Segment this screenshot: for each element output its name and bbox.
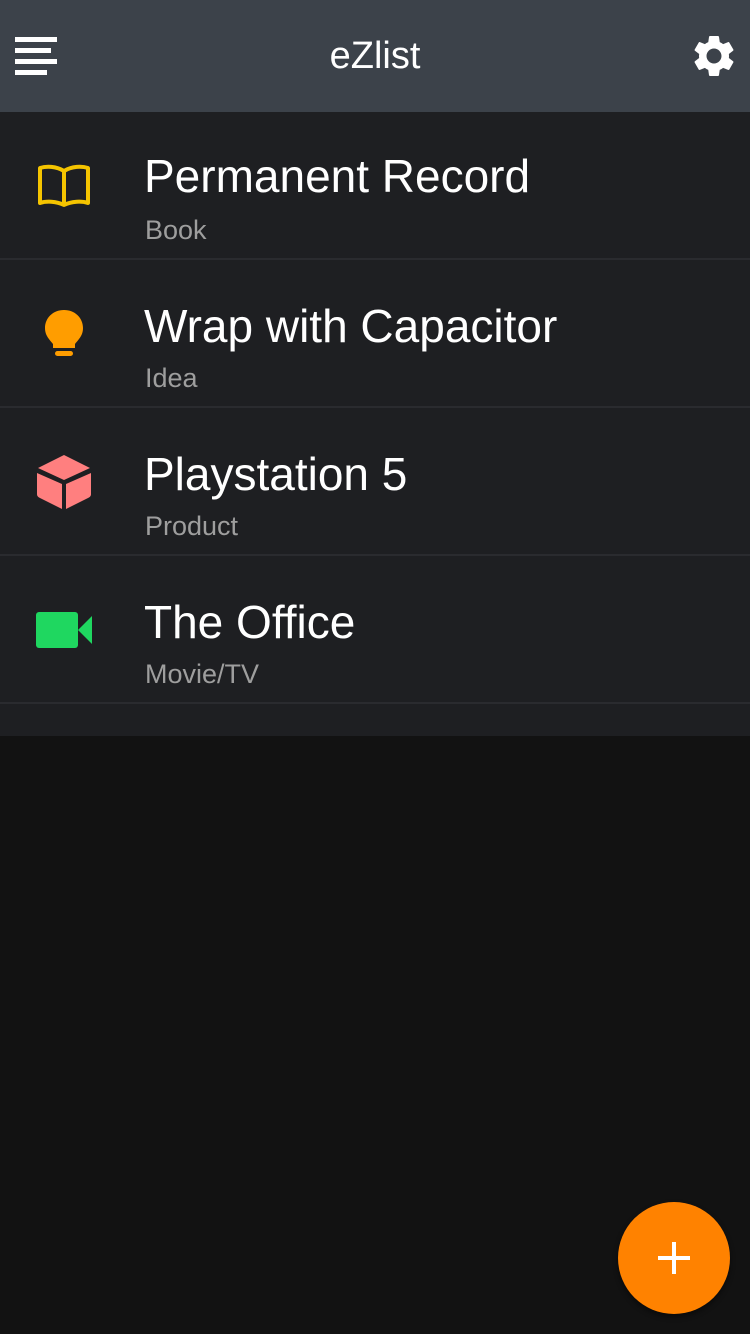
cube-icon [37,455,91,509]
item-title: Wrap with Capacitor [144,300,558,352]
videocam-icon [36,612,92,648]
item-title: Playstation 5 [144,448,408,500]
list-item[interactable]: Permanent Record Book [0,112,750,260]
page-title: eZlist [329,35,421,77]
add-item-button[interactable] [618,1202,730,1314]
item-icon-wrap [34,452,94,512]
item-category: Book [145,215,207,245]
book-icon [38,164,90,207]
plus-icon [658,1242,690,1274]
list-item[interactable]: Wrap with Capacitor Idea [0,260,750,408]
item-category: Movie/TV [145,659,260,689]
list-item[interactable]: The Office Movie/TV [0,556,750,704]
gear-icon [694,35,734,76]
settings-button[interactable] [686,28,742,84]
item-icon-wrap [34,600,94,660]
item-title: Permanent Record [144,150,531,202]
item-list: Permanent Record Book Wrap with Capacito… [0,112,750,736]
item-icon-wrap [34,156,94,216]
list-item[interactable]: Playstation 5 Product [0,408,750,556]
app-root: eZlist Permanent Record Book Wrap with C… [0,0,750,1334]
item-title: The Office [144,596,356,648]
bulb-icon [45,310,83,356]
item-category: Idea [145,363,198,393]
item-icon-wrap [34,304,94,364]
toolbar: eZlist [0,0,750,112]
item-category: Product [145,511,239,541]
